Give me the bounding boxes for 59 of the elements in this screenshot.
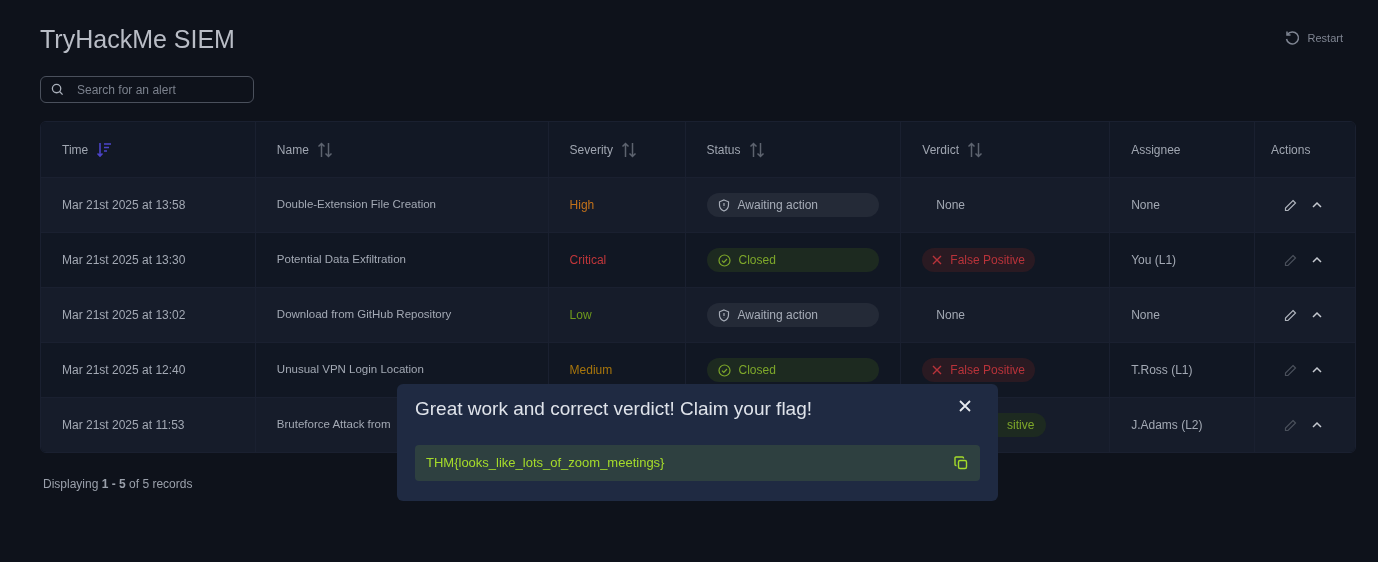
table-cell-text: T.Ross (L1)	[1131, 362, 1193, 379]
page-title: TryHackMe SIEM	[40, 24, 235, 54]
column-header[interactable]: Name	[276, 140, 309, 159]
table-cell-text: You (L1)	[1131, 252, 1177, 269]
table-cell-text: None	[935, 307, 965, 324]
column-header: Actions	[1271, 141, 1311, 159]
records-summary: Displaying 1 - 5 of 5 records	[43, 476, 194, 493]
column-header[interactable]: Time	[62, 140, 89, 159]
copy-icon	[954, 456, 968, 470]
shield-icon	[717, 308, 730, 322]
shield-icon	[717, 198, 730, 212]
copy-button[interactable]	[953, 455, 969, 471]
table-cell-text: None	[1131, 307, 1160, 324]
column-header[interactable]: Verdict	[922, 140, 959, 159]
verdict-badge: False Positive	[922, 358, 1036, 382]
table-cell-text: Mar 21st 2025 at 11:53	[62, 417, 185, 434]
sort-icon[interactable]	[967, 141, 983, 158]
edit-button[interactable]	[1284, 198, 1298, 212]
column-header[interactable]: Severity	[569, 140, 613, 159]
status-badge: Awaiting action	[706, 193, 879, 217]
table-cell-text: Mar 21st 2025 at 12:40	[62, 362, 186, 379]
search-icon	[51, 83, 64, 96]
close-button[interactable]	[958, 398, 974, 414]
search-field[interactable]: Search for an alert	[40, 76, 254, 103]
dialog-title: Great work and correct verdict! Claim your flag!	[415, 397, 813, 421]
severity-label: Medium	[569, 362, 613, 379]
status-badge: Awaiting action	[706, 303, 879, 327]
table-cell-text: Unusual VPN Login Location	[276, 362, 424, 378]
check-circle-icon	[717, 253, 731, 267]
restart-button[interactable]: Restart	[1283, 30, 1343, 47]
status-badge: Closed	[706, 358, 879, 382]
table-cell-text: Potential Data Exfiltration	[276, 252, 406, 268]
sort-icon[interactable]	[316, 141, 333, 158]
severity-label: High	[569, 197, 595, 214]
x-icon	[932, 255, 943, 265]
sort-descending-icon[interactable]	[96, 141, 113, 158]
severity-label: Critical	[569, 252, 607, 269]
table-cell-text: Download from GitHub Repository	[276, 307, 452, 323]
table-cell-text: None	[1131, 197, 1160, 214]
table-cell-text: Bruteforce Attack from	[276, 417, 391, 433]
x-icon	[932, 365, 943, 375]
flag-text: THM{looks_like_lots_of_zoom_meetings}	[426, 454, 665, 473]
table-cell-text: Mar 21st 2025 at 13:02	[62, 307, 186, 324]
close-icon	[958, 399, 972, 413]
column-header: Assignee	[1131, 141, 1181, 159]
column-header[interactable]: Status	[706, 140, 741, 159]
table-cell-text: None	[935, 197, 965, 214]
table-cell-text: J.Adams (L2)	[1131, 417, 1203, 434]
severity-label: Low	[569, 307, 592, 324]
sort-icon[interactable]	[748, 141, 765, 158]
restart-icon	[1283, 30, 1300, 47]
check-circle-icon	[717, 363, 731, 377]
sort-icon[interactable]	[620, 141, 637, 158]
status-badge: Closed	[706, 248, 879, 272]
table-cell-text: Double-Extension File Creation	[276, 197, 436, 213]
edit-button[interactable]	[1284, 308, 1298, 322]
table-cell-text: Mar 21st 2025 at 13:30	[62, 252, 186, 269]
verdict-badge: False Positive	[922, 248, 1036, 272]
table-cell-text: Mar 21st 2025 at 13:58	[62, 197, 186, 214]
